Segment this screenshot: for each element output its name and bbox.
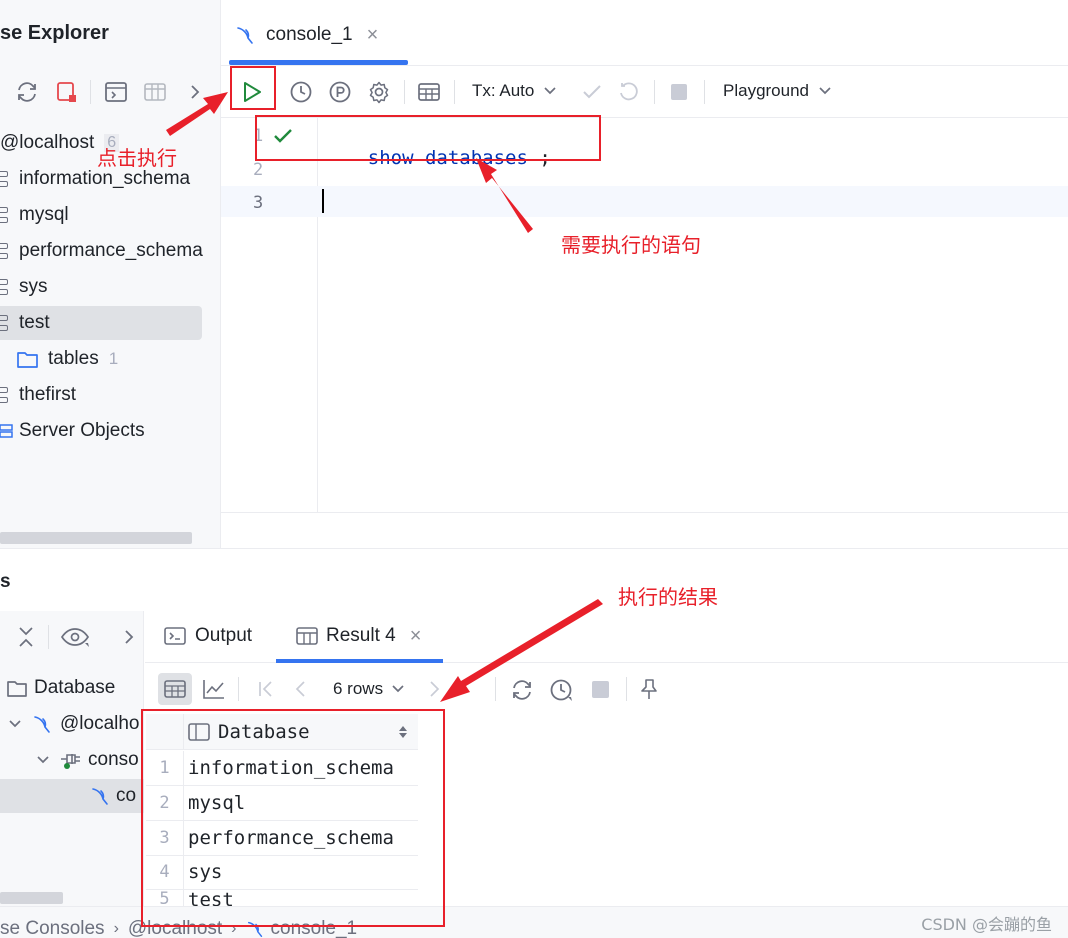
annotation-statement: 需要执行的语句 [561,233,701,257]
annotation-arrows [166,92,603,702]
annotation-click-run: 点击执行 [97,146,177,170]
annotation-result: 执行的结果 [618,585,718,609]
